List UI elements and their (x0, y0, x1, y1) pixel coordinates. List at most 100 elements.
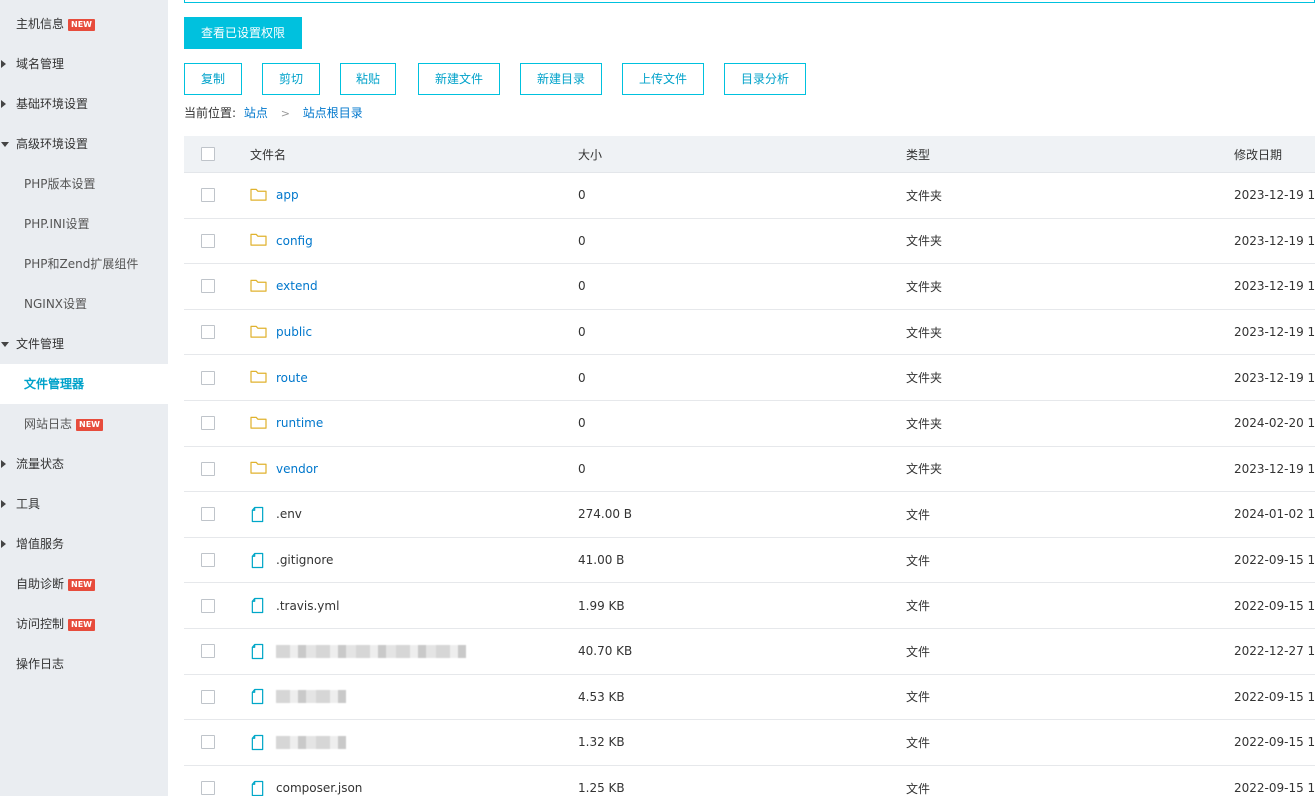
file-size: 0 (578, 416, 586, 431)
sidebar-item-2[interactable]: 基础环境设置 (0, 84, 168, 124)
new-directory-button[interactable]: 新建目录 (520, 63, 602, 95)
row-checkbox[interactable] (201, 416, 215, 431)
row-checkbox[interactable] (201, 553, 215, 568)
file-icon (250, 643, 267, 660)
file-type: 文件夹 (906, 279, 943, 294)
sidebar-item-label: PHP版本设置 (24, 177, 96, 191)
row-checkbox[interactable] (201, 325, 215, 340)
column-header-size[interactable]: 大小 (578, 136, 878, 172)
file-name-link[interactable]: .env (276, 507, 302, 521)
row-checkbox[interactable] (201, 461, 215, 476)
sidebar-item-8[interactable]: 文件管理 (0, 324, 168, 364)
row-checkbox[interactable] (201, 644, 215, 659)
column-header-type[interactable]: 类型 (906, 136, 1206, 172)
sidebar-item-9[interactable]: 文件管理器 (0, 364, 168, 404)
sidebar-item-14[interactable]: 自助诊断 NEW (0, 564, 168, 604)
select-all-checkbox[interactable] (201, 147, 215, 161)
modified-date: 2023-12-19 11: (1234, 370, 1315, 385)
upload-file-button[interactable]: 上传文件 (622, 63, 704, 95)
table-row[interactable]: 40.70 KB 文件 2022-12-27 17: (184, 629, 1315, 675)
row-checkbox[interactable] (201, 370, 215, 385)
folder-icon (250, 324, 267, 341)
breadcrumb: 当前位置: 站点 > 站点根目录 (184, 105, 363, 121)
sidebar-item-7[interactable]: NGINX设置 (0, 284, 168, 324)
row-checkbox[interactable] (201, 781, 215, 796)
new-badge: NEW (68, 19, 95, 31)
sidebar-item-12[interactable]: 工具 (0, 484, 168, 524)
table-row[interactable]: vendor 0 文件夹 2023-12-19 11: (184, 447, 1315, 493)
file-name-link[interactable]: runtime (276, 416, 323, 430)
sidebar-item-label: 增值服务 (16, 537, 65, 551)
file-size: 0 (578, 461, 586, 476)
row-checkbox[interactable] (201, 233, 215, 248)
folder-icon (250, 369, 267, 386)
sidebar-item-1[interactable]: 域名管理 (0, 44, 168, 84)
sidebar-item-label: 流量状态 (16, 457, 65, 471)
table-row[interactable]: route 0 文件夹 2023-12-19 11: (184, 355, 1315, 401)
file-type: 文件夹 (906, 462, 943, 477)
sidebar-item-label: NGINX设置 (24, 297, 88, 311)
sidebar-item-16[interactable]: 操作日志 (0, 644, 168, 684)
breadcrumb-item-site-root[interactable]: 站点根目录 (303, 106, 363, 120)
file-size: 274.00 B (578, 507, 633, 522)
file-type: 文件夹 (906, 416, 943, 431)
row-checkbox[interactable] (201, 188, 215, 203)
folder-icon (250, 415, 267, 432)
paste-button[interactable]: 粘贴 (340, 63, 396, 95)
file-name-link[interactable]: .travis.yml (276, 599, 339, 613)
table-row[interactable]: config 0 文件夹 2023-12-19 11: (184, 219, 1315, 265)
file-name-link[interactable]: public (276, 325, 312, 339)
row-checkbox[interactable] (201, 507, 215, 522)
table-row[interactable]: public 0 文件夹 2023-12-19 13: (184, 310, 1315, 356)
folder-icon (250, 460, 267, 477)
file-size: 0 (578, 188, 586, 203)
row-checkbox[interactable] (201, 735, 215, 750)
file-name-link[interactable]: route (276, 371, 308, 385)
file-size: 0 (578, 279, 586, 294)
directory-analysis-button[interactable]: 目录分析 (724, 63, 806, 95)
table-header: 文件名 大小 类型 修改日期 (184, 136, 1315, 173)
sidebar-item-13[interactable]: 增值服务 (0, 524, 168, 564)
caret-right-icon (1, 500, 6, 508)
new-file-button[interactable]: 新建文件 (418, 63, 500, 95)
sidebar-item-11[interactable]: 流量状态 (0, 444, 168, 484)
sidebar-item-6[interactable]: PHP和Zend扩展组件 (0, 244, 168, 284)
file-name-link[interactable]: config (276, 234, 313, 248)
file-name-link[interactable]: composer.json (276, 781, 362, 795)
file-name-link[interactable]: extend (276, 279, 318, 293)
table-row[interactable]: app 0 文件夹 2023-12-19 11: (184, 173, 1315, 219)
file-type: 文件 (906, 644, 931, 659)
sidebar-item-4[interactable]: PHP版本设置 (0, 164, 168, 204)
table-row[interactable]: runtime 0 文件夹 2024-02-20 10: (184, 401, 1315, 447)
file-name-link[interactable]: .gitignore (276, 553, 333, 567)
table-row[interactable]: .travis.yml 1.99 KB 文件 2022-09-15 16: (184, 583, 1315, 629)
file-name-link[interactable]: app (276, 188, 299, 202)
table-row[interactable]: 4.53 KB 文件 2022-09-15 16: (184, 675, 1315, 721)
modified-date: 2023-12-19 11: (1234, 188, 1315, 203)
folder-icon (250, 278, 267, 295)
row-checkbox[interactable] (201, 598, 215, 613)
column-header-date[interactable]: 修改日期 (1234, 136, 1315, 172)
row-checkbox[interactable] (201, 279, 215, 294)
table-row[interactable]: .gitignore 41.00 B 文件 2022-09-15 16: (184, 538, 1315, 584)
row-checkbox[interactable] (201, 689, 215, 704)
file-name-link[interactable]: vendor (276, 462, 318, 476)
sidebar-item-label: PHP.INI设置 (24, 217, 90, 231)
sidebar-item-10[interactable]: 网站日志 NEW (0, 404, 168, 444)
table-row[interactable]: composer.json 1.25 KB 文件 2022-09-15 16: (184, 766, 1315, 796)
table-row[interactable]: 1.32 KB 文件 2022-09-15 16: (184, 720, 1315, 766)
column-header-name[interactable]: 文件名 (250, 136, 550, 172)
sidebar-item-3[interactable]: 高级环境设置 (0, 124, 168, 164)
table-row[interactable]: extend 0 文件夹 2023-12-19 11: (184, 264, 1315, 310)
caret-down-icon (1, 342, 9, 347)
breadcrumb-item-site[interactable]: 站点 (244, 106, 268, 120)
sidebar-item-5[interactable]: PHP.INI设置 (0, 204, 168, 244)
table-row[interactable]: .env 274.00 B 文件 2024-01-02 12: (184, 492, 1315, 538)
sidebar-item-0[interactable]: 主机信息 NEW (0, 4, 168, 44)
file-size: 4.53 KB (578, 689, 625, 704)
sidebar-item-15[interactable]: 访问控制 NEW (0, 604, 168, 644)
copy-button[interactable]: 复制 (184, 63, 242, 95)
view-permissions-button[interactable]: 查看已设置权限 (184, 17, 302, 49)
sidebar-item-label: 访问控制 (16, 617, 65, 631)
cut-button[interactable]: 剪切 (262, 63, 320, 95)
